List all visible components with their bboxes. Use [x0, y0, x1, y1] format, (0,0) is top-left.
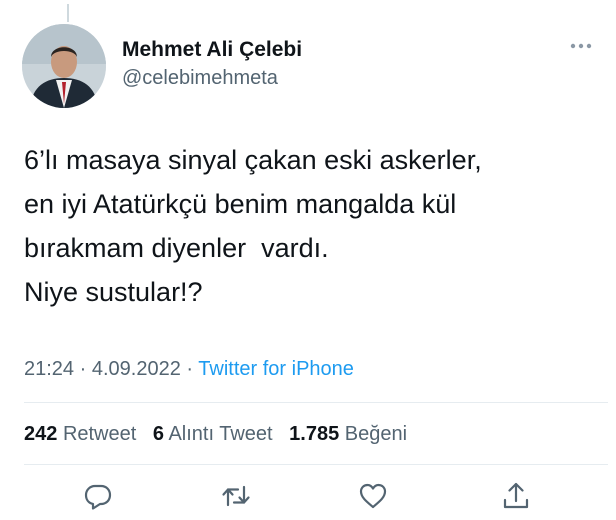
quote-count-stat[interactable]: 6 Alıntı Tweet [153, 421, 273, 447]
tweet-meta: 21:24 · 4.09.2022 · Twitter for iPhone [24, 356, 354, 382]
like-count: 1.785 [289, 423, 340, 445]
tweet-text-line: 6’lı masaya sinyal çakan eski askerler, [24, 145, 482, 175]
share-icon [503, 482, 529, 509]
tweet-date[interactable]: 4.09.2022 [92, 358, 181, 380]
engagement-stats: 242 Retweet 6 Alıntı Tweet 1.785 Beğeni [24, 421, 418, 447]
divider [24, 402, 608, 403]
retweet-label: Retweet [62, 423, 137, 445]
reply-button[interactable] [82, 480, 114, 512]
like-label: Beğeni [344, 423, 408, 445]
reply-icon [84, 484, 112, 510]
share-button[interactable] [500, 480, 532, 512]
tweet-text-line: en iyi Atatürkçü benim mangalda kül [24, 189, 457, 219]
divider [24, 464, 608, 465]
tweet-time[interactable]: 21:24 [24, 358, 74, 380]
more-options-icon[interactable] [568, 36, 594, 56]
retweet-icon [222, 485, 250, 507]
retweet-button[interactable] [220, 480, 252, 512]
author-handle[interactable]: @celebimehmeta [122, 65, 302, 91]
meta-separator: · [186, 358, 194, 380]
tweet-card: Mehmet Ali Çelebi @celebimehmeta 6’lı ma… [0, 0, 616, 520]
tweet-text-line: bırakmam diyenler vardı. [24, 233, 329, 263]
like-button[interactable] [357, 480, 389, 512]
retweet-count: 242 [24, 423, 58, 445]
thread-connector-line [67, 4, 69, 22]
retweet-count-stat[interactable]: 242 Retweet [24, 421, 136, 447]
author-block: Mehmet Ali Çelebi @celebimehmeta [122, 37, 302, 91]
tweet-source-link[interactable]: Twitter for iPhone [198, 358, 354, 380]
like-count-stat[interactable]: 1.785 Beğeni [289, 421, 407, 447]
profile-photo-icon [22, 24, 106, 108]
action-bar [0, 476, 616, 516]
like-icon [359, 483, 387, 509]
tweet-text: 6’lı masaya sinyal çakan eski askerler, … [24, 138, 594, 314]
meta-separator: · [79, 358, 87, 380]
tweet-text-line: Niye sustular!? [24, 277, 203, 307]
quote-label: Alıntı Tweet [168, 423, 273, 445]
author-display-name[interactable]: Mehmet Ali Çelebi [122, 37, 302, 63]
avatar[interactable] [22, 24, 106, 108]
quote-count: 6 [152, 423, 164, 445]
